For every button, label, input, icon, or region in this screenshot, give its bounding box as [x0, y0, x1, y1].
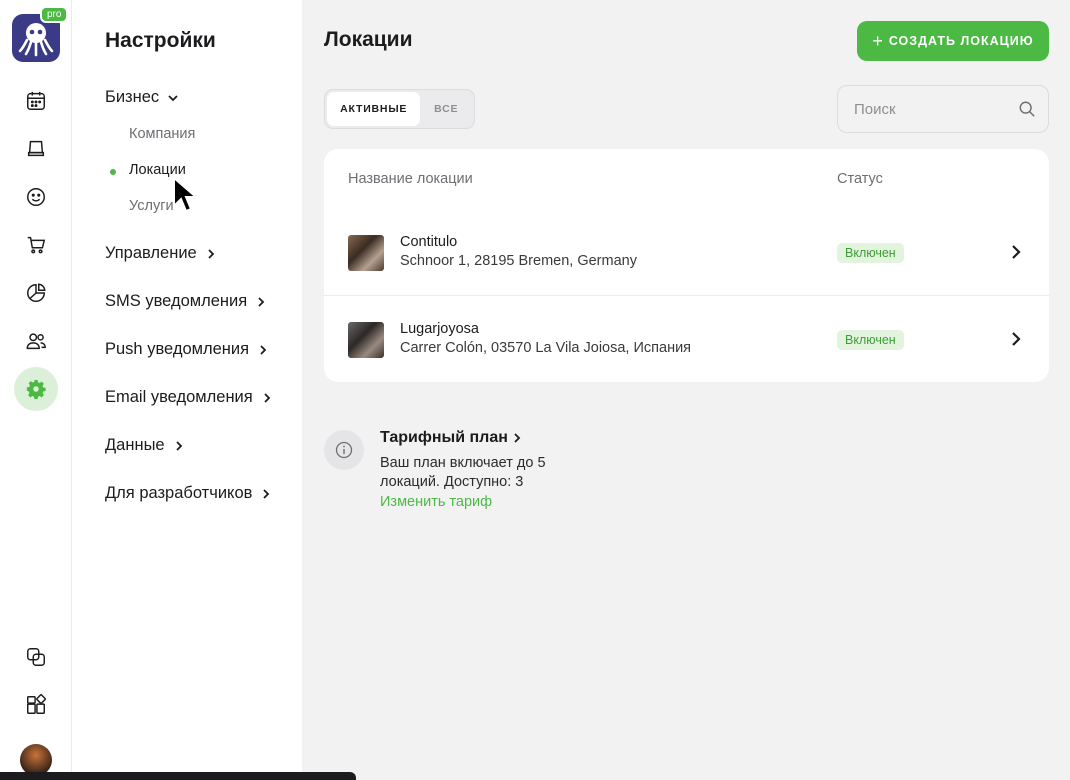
create-location-label: СОЗДАТЬ ЛОКАЦИЮ — [888, 34, 1034, 48]
nav-group-label: SMS уведомления — [105, 292, 248, 310]
table-row[interactable]: Lugarjoyosa Carrer Colón, 03570 La Vila … — [324, 295, 1049, 381]
plan-title: Тарифный план — [380, 429, 508, 446]
search-icon[interactable] — [1018, 100, 1036, 118]
column-header-status: Статус — [837, 171, 883, 187]
search-input[interactable] — [838, 86, 1008, 132]
location-thumbnail — [348, 322, 384, 358]
nav-group-label: Для разработчиков — [105, 484, 253, 502]
cart-icon — [27, 236, 46, 254]
status-badge: Включен — [837, 330, 904, 350]
staff-button[interactable] — [14, 319, 58, 363]
mouse-cursor-icon — [173, 176, 198, 213]
location-address: Carrer Colón, 03570 La Vila Joiosa, Испа… — [400, 340, 692, 356]
settings-sidebar: Настройки Бизнес Компания Локации Услуги… — [72, 0, 302, 780]
nav-group-label: Бизнес — [105, 88, 160, 106]
table-row[interactable]: Contitulo Schnoor 1, 28195 Bremen, Germa… — [324, 209, 1049, 295]
location-thumbnail — [348, 235, 384, 271]
nav-group-email[interactable]: Email уведомления — [105, 388, 273, 407]
gear-icon — [26, 379, 46, 400]
cart-button[interactable] — [14, 223, 58, 267]
chevron-right-icon[interactable] — [1008, 330, 1024, 348]
chevron-right-icon — [258, 296, 265, 307]
status-tabs: АКТИВНЫЕ ВСЕ — [324, 89, 475, 129]
page-title: Локации — [324, 28, 413, 51]
create-location-button[interactable]: + СОЗДАТЬ ЛОКАЦИЮ — [857, 21, 1049, 61]
status-badge: Включен — [837, 243, 904, 263]
column-header-name: Название локации — [348, 171, 473, 187]
nav-group-data[interactable]: Данные — [105, 436, 185, 455]
pro-badge: pro — [40, 6, 69, 23]
change-plan-link[interactable]: Изменить тариф — [380, 494, 492, 510]
smiley-icon — [27, 188, 45, 206]
nav-group-label: Данные — [105, 436, 165, 454]
icon-rail: pro — [0, 0, 72, 780]
copy-button[interactable] — [14, 635, 58, 679]
widgets-icon — [27, 694, 46, 714]
info-icon — [324, 430, 364, 470]
copy-icon — [27, 648, 45, 666]
calendar-icon — [27, 91, 45, 110]
widgets-button[interactable] — [14, 683, 58, 727]
nav-group-label: Email уведомления — [105, 388, 253, 406]
chevron-right-icon — [514, 433, 521, 443]
stamp-button[interactable] — [14, 127, 58, 171]
stamp-icon — [27, 140, 45, 157]
chevron-right-icon — [208, 248, 215, 259]
calendar-button[interactable] — [14, 79, 58, 123]
search-box — [837, 85, 1049, 133]
locations-table: Название локации Статус Contitulo Schnoo… — [324, 149, 1049, 382]
tab-active[interactable]: АКТИВНЫЕ — [327, 92, 421, 126]
plus-icon: + — [872, 30, 883, 51]
nav-group-business[interactable]: Бизнес — [105, 88, 179, 107]
tab-all[interactable]: ВСЕ — [420, 92, 472, 126]
nav-group-label: Push уведомления — [105, 340, 250, 358]
users-icon — [26, 333, 46, 350]
location-address: Schnoor 1, 28195 Bremen, Germany — [400, 253, 637, 269]
nav-item-services[interactable]: Услуги — [129, 198, 174, 214]
chevron-right-icon[interactable] — [1008, 243, 1024, 261]
nav-group-label: Управление — [105, 244, 197, 262]
chevron-right-icon — [264, 392, 270, 403]
octopus-icon — [18, 23, 54, 57]
chevron-right-icon — [175, 440, 182, 451]
location-name: Lugarjoyosa — [400, 321, 479, 337]
chevron-down-icon — [168, 94, 178, 101]
analytics-button[interactable] — [14, 271, 58, 315]
plan-title-link[interactable]: Тарифный план — [380, 429, 522, 447]
chevron-right-icon — [263, 488, 270, 499]
nav-group-sms[interactable]: SMS уведомления — [105, 292, 267, 311]
url-status-bar — [0, 772, 356, 780]
chevron-right-icon — [260, 344, 267, 355]
nav-group-push[interactable]: Push уведомления — [105, 340, 269, 359]
clients-button[interactable] — [14, 175, 58, 219]
nav-group-developers[interactable]: Для разработчиков — [105, 484, 272, 503]
active-indicator-dot — [110, 169, 116, 175]
nav-item-company[interactable]: Компания — [129, 126, 195, 142]
nav-group-management[interactable]: Управление — [105, 244, 217, 263]
plan-description: Ваш план включает до 5 локаций. Доступно… — [380, 455, 546, 490]
settings-button[interactable] — [14, 367, 58, 411]
location-name: Contitulo — [400, 234, 458, 250]
pie-chart-icon — [27, 283, 46, 302]
settings-title: Настройки — [105, 29, 216, 52]
